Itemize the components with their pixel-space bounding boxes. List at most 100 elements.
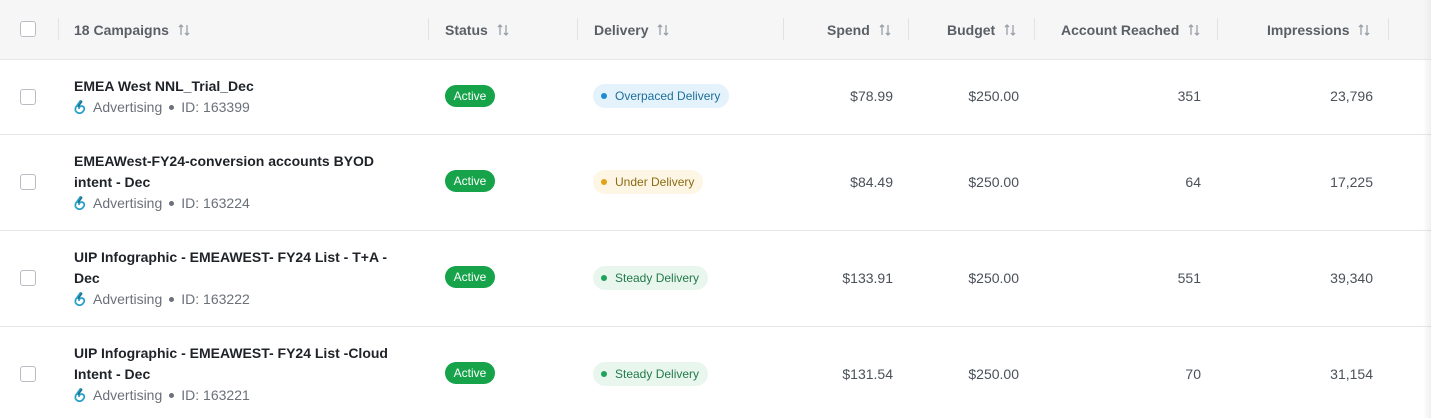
status-badge: Active xyxy=(445,85,495,107)
row-checkbox[interactable] xyxy=(20,174,36,190)
campaigns-table: 18 Campaigns Status Delivery Spend Budge… xyxy=(0,0,1431,418)
table-row[interactable]: EMEAWest-FY24-conversion accounts BYOD i… xyxy=(0,135,1431,231)
column-divider xyxy=(1388,18,1389,40)
campaign-id: ID: 163221 xyxy=(181,387,250,403)
delivery-label: Steady Delivery xyxy=(615,367,700,381)
table-header: 18 Campaigns Status Delivery Spend Budge… xyxy=(0,0,1431,60)
column-header-impressions[interactable]: Impressions xyxy=(1267,0,1370,60)
spend-value: $84.49 xyxy=(850,174,893,190)
delivery-status-dot xyxy=(601,179,607,185)
impressions-value: 23,796 xyxy=(1330,88,1373,104)
column-header-status-label: Status xyxy=(445,22,488,38)
campaign-type: Advertising xyxy=(93,195,163,211)
column-header-campaigns[interactable]: 18 Campaigns xyxy=(74,0,190,60)
impressions-value: 17,225 xyxy=(1330,174,1373,190)
status-badge: Active xyxy=(445,266,495,288)
impressions-value: 31,154 xyxy=(1330,366,1373,382)
campaign-meta: Advertising ID: 163222 xyxy=(74,291,250,307)
sort-icon[interactable] xyxy=(1004,23,1016,37)
spend-value: $133.91 xyxy=(842,270,893,286)
column-header-campaigns-label: 18 Campaigns xyxy=(74,22,169,38)
campaign-name-line: UIP Infographic - EMEAWEST- FY24 List -C… xyxy=(74,345,388,361)
campaign-id: ID: 163399 xyxy=(181,99,250,115)
delivery-label: Under Delivery xyxy=(615,175,695,189)
separator-dot xyxy=(169,200,175,206)
campaign-name-line: Dec xyxy=(74,270,100,286)
column-header-spend-label: Spend xyxy=(827,22,870,38)
budget-value: $250.00 xyxy=(968,366,1019,382)
budget-value: $250.00 xyxy=(968,174,1019,190)
accounts-reached-value: 64 xyxy=(1185,174,1201,190)
advertising-logo-icon xyxy=(74,100,86,114)
delivery-badge: Steady Delivery xyxy=(593,266,709,290)
campaign-meta: Advertising ID: 163221 xyxy=(74,387,250,403)
campaign-name[interactable]: UIP Infographic - EMEAWEST- FY24 List - … xyxy=(74,247,387,289)
delivery-label: Overpaced Delivery xyxy=(615,89,721,103)
column-divider xyxy=(1034,18,1035,40)
campaign-name-line: EMEAWest-FY24-conversion accounts BYOD xyxy=(74,153,375,169)
delivery-status-dot xyxy=(601,275,607,281)
column-header-budget[interactable]: Budget xyxy=(947,0,1016,60)
impressions-value: 39,340 xyxy=(1330,270,1373,286)
campaign-id: ID: 163224 xyxy=(181,195,250,211)
table-row[interactable]: EMEA West NNL_Trial_Dec Advertising ID: … xyxy=(0,60,1431,135)
separator-dot xyxy=(169,296,175,302)
sort-icon[interactable] xyxy=(1188,23,1200,37)
campaign-id: ID: 163222 xyxy=(181,291,250,307)
campaign-name[interactable]: UIP Infographic - EMEAWEST- FY24 List -C… xyxy=(74,343,388,385)
budget-value: $250.00 xyxy=(968,88,1019,104)
separator-dot xyxy=(169,104,175,110)
table-row[interactable]: UIP Infographic - EMEAWEST- FY24 List - … xyxy=(0,231,1431,327)
table-row[interactable]: UIP Infographic - EMEAWEST- FY24 List -C… xyxy=(0,327,1431,418)
status-badge: Active xyxy=(445,362,495,384)
sort-icon[interactable] xyxy=(879,23,891,37)
delivery-badge: Under Delivery xyxy=(593,170,704,194)
separator-dot xyxy=(169,392,175,398)
sort-icon[interactable] xyxy=(497,23,509,37)
campaign-name-line: UIP Infographic - EMEAWEST- FY24 List - … xyxy=(74,249,388,265)
row-checkbox[interactable] xyxy=(20,366,36,382)
advertising-logo-icon xyxy=(74,388,86,402)
campaign-name-line: intent - Dec xyxy=(74,174,151,190)
column-divider xyxy=(577,18,578,40)
delivery-badge: Overpaced Delivery xyxy=(593,84,730,108)
advertising-logo-icon xyxy=(74,292,86,306)
column-divider xyxy=(908,18,909,40)
column-divider xyxy=(428,18,429,40)
campaign-name[interactable]: EMEA West NNL_Trial_Dec xyxy=(74,76,254,97)
column-header-account-reached[interactable]: Account Reached xyxy=(1061,0,1200,60)
scroll-shadow xyxy=(1423,0,1431,60)
select-all-checkbox[interactable] xyxy=(20,21,36,37)
campaign-name-line: EMEA West NNL_Trial_Dec xyxy=(74,78,254,94)
accounts-reached-value: 351 xyxy=(1177,88,1201,104)
campaign-meta: Advertising ID: 163224 xyxy=(74,195,250,211)
row-checkbox[interactable] xyxy=(20,270,36,286)
row-checkbox[interactable] xyxy=(20,89,36,105)
sort-icon[interactable] xyxy=(1358,23,1370,37)
scroll-shadow xyxy=(1423,60,1431,418)
column-header-delivery[interactable]: Delivery xyxy=(594,0,669,60)
delivery-label: Steady Delivery xyxy=(615,271,700,285)
accounts-reached-value: 70 xyxy=(1185,366,1201,382)
campaign-name-line: Intent - Dec xyxy=(74,366,151,382)
column-header-spend[interactable]: Spend xyxy=(827,0,891,60)
column-header-impressions-label: Impressions xyxy=(1267,22,1350,38)
sort-icon[interactable] xyxy=(178,23,190,37)
accounts-reached-value: 551 xyxy=(1177,270,1201,286)
delivery-badge: Steady Delivery xyxy=(593,362,709,386)
sort-icon[interactable] xyxy=(657,23,669,37)
column-header-delivery-label: Delivery xyxy=(594,22,649,38)
budget-value: $250.00 xyxy=(968,270,1019,286)
column-header-status[interactable]: Status xyxy=(445,0,509,60)
campaign-type: Advertising xyxy=(93,291,163,307)
column-divider xyxy=(1217,18,1218,40)
status-badge: Active xyxy=(445,170,495,192)
column-divider xyxy=(783,18,784,40)
campaign-type: Advertising xyxy=(93,99,163,115)
advertising-logo-icon xyxy=(74,196,86,210)
spend-value: $78.99 xyxy=(850,88,893,104)
campaign-type: Advertising xyxy=(93,387,163,403)
campaign-meta: Advertising ID: 163399 xyxy=(74,99,250,115)
spend-value: $131.54 xyxy=(842,366,893,382)
campaign-name[interactable]: EMEAWest-FY24-conversion accounts BYOD i… xyxy=(74,151,374,193)
